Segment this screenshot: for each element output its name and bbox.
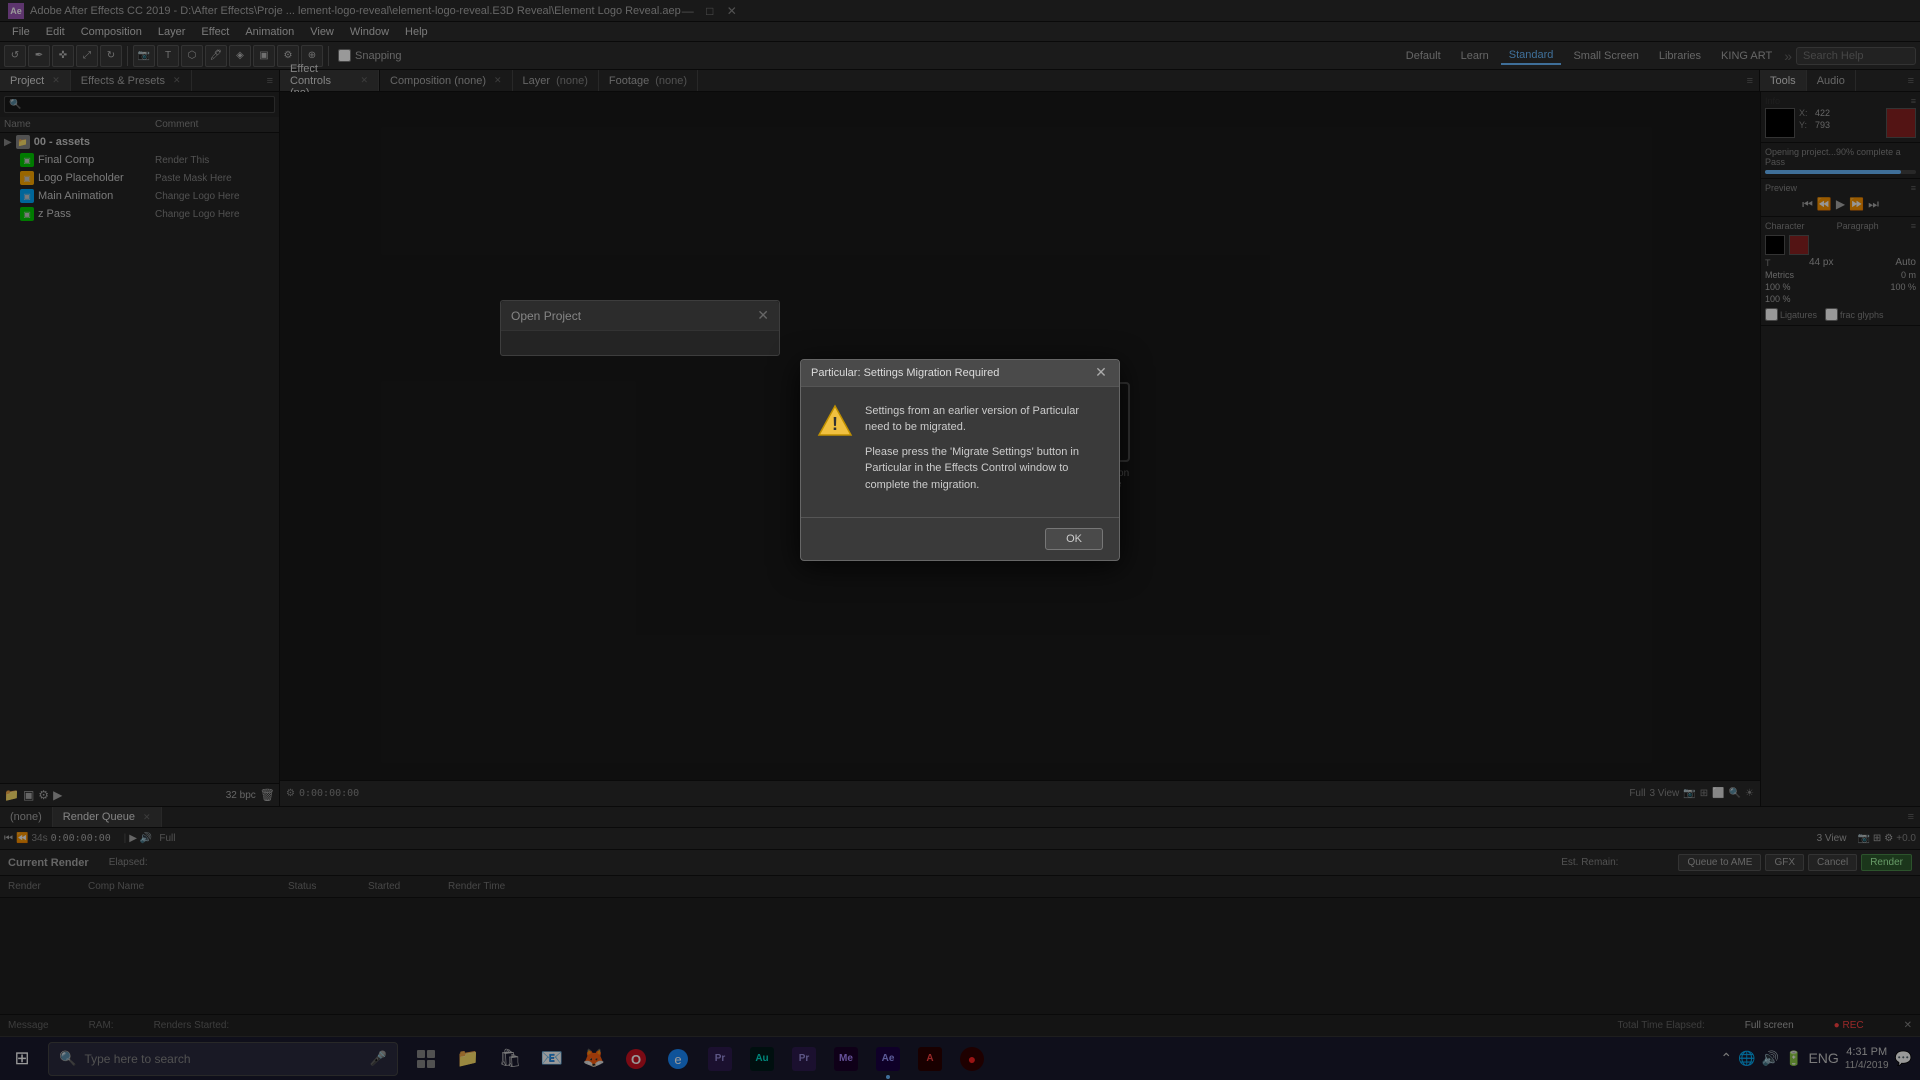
dialog-message: Settings from an earlier version of Part… [865,403,1103,502]
dialog-overlay: Particular: Settings Migration Required … [0,0,1920,1080]
warning-icon: ! [817,403,853,439]
app-wrapper: Ae Adobe After Effects CC 2019 - D:\Afte… [0,0,1920,1080]
dialog-footer: OK [801,517,1119,560]
dialog-title-bar: Particular: Settings Migration Required … [801,360,1119,387]
dialog-close-btn[interactable]: ✕ [1093,365,1109,381]
dialog-title-text: Particular: Settings Migration Required [811,367,999,379]
dialog-line1: Settings from an earlier version of Part… [865,403,1103,436]
dialog-body: ! Settings from an earlier version of Pa… [801,387,1119,518]
migration-dialog: Particular: Settings Migration Required … [800,359,1120,562]
svg-text:!: ! [832,414,838,434]
dialog-line2: Please press the 'Migrate Settings' butt… [865,444,1103,494]
ok-button[interactable]: OK [1045,528,1103,550]
